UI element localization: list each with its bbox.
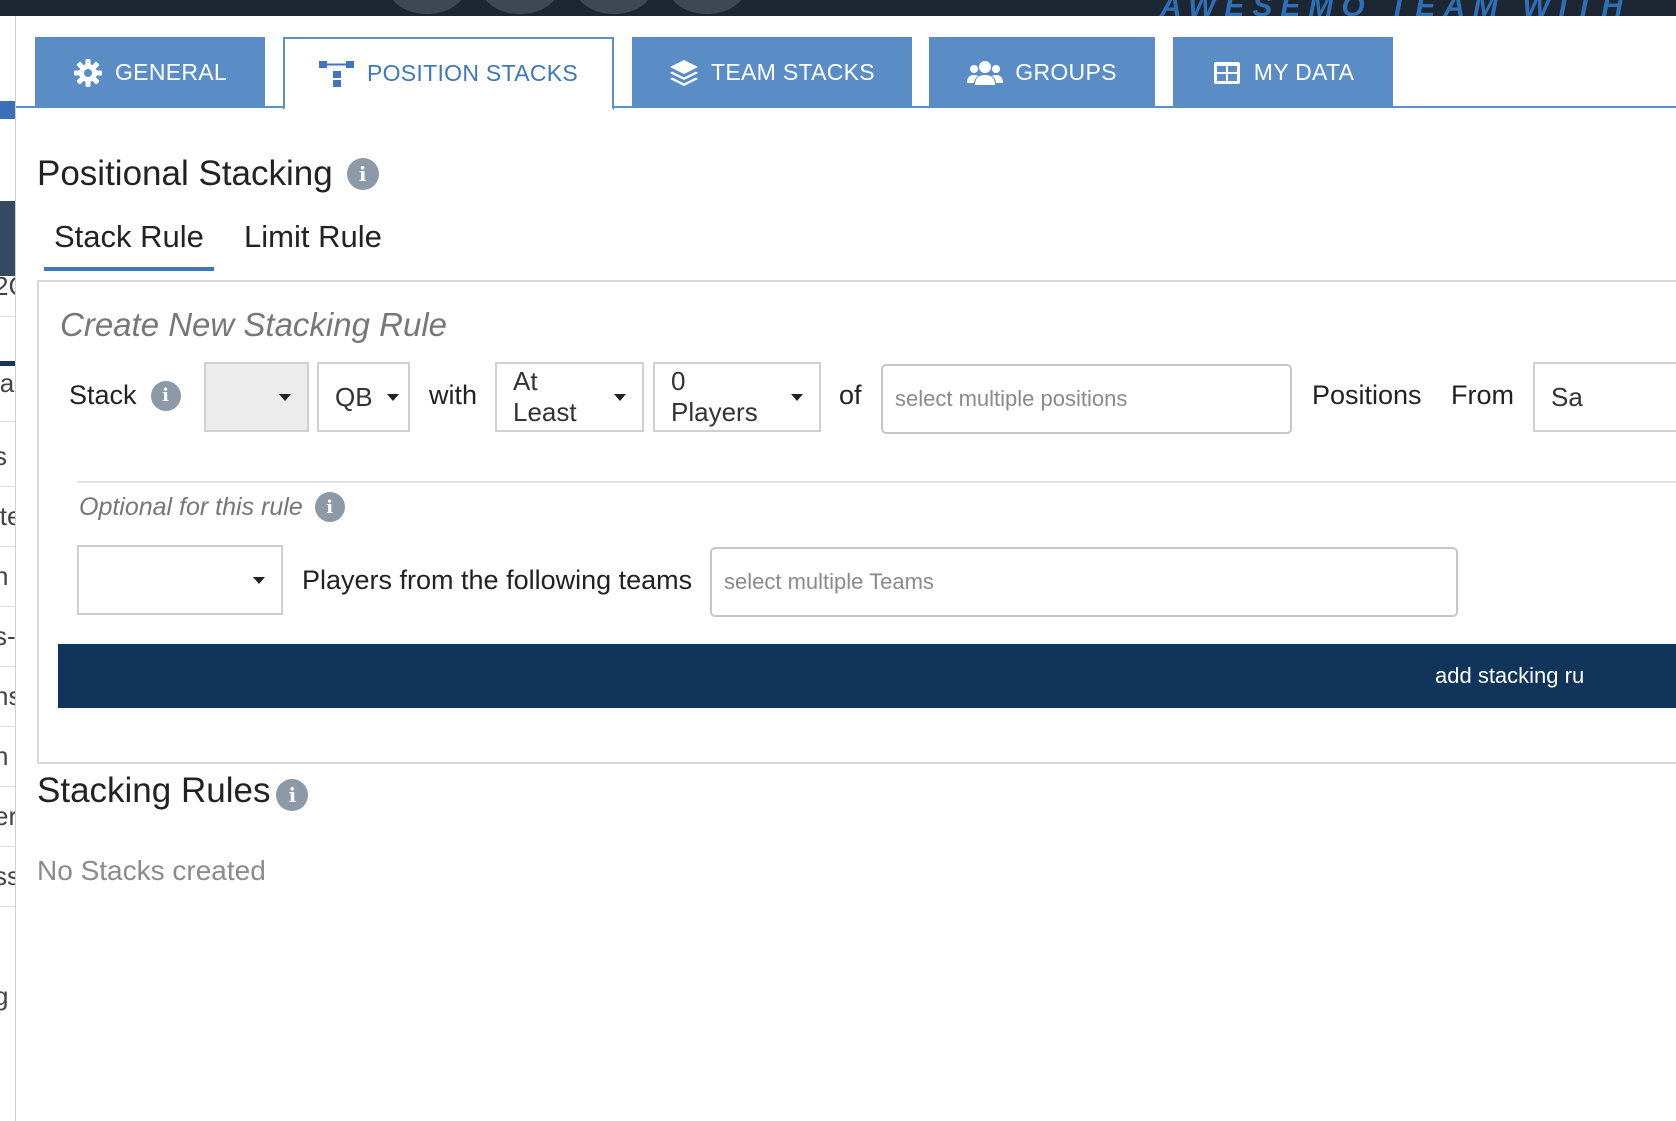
slack-icon bbox=[575, 0, 653, 14]
teams-label: Players from the following teams bbox=[302, 565, 693, 595]
rules-title: Stacking Rules bbox=[37, 771, 271, 810]
tab-bar: GENERAL POSITION STACKS TEAM STACKS GROU… bbox=[16, 16, 1676, 110]
empty-state-text: No Stacks created bbox=[37, 855, 266, 886]
background-text: 2C bbox=[0, 271, 15, 302]
info-icon[interactable]: i bbox=[346, 158, 379, 190]
background-text: la bbox=[0, 368, 15, 398]
chevron-down-icon bbox=[791, 393, 803, 401]
player-count-select[interactable]: 0 Players bbox=[653, 362, 821, 432]
panel-title: Create New Stacking Rule bbox=[60, 306, 448, 343]
stack-label: Stack bbox=[69, 380, 137, 410]
chevron-down-icon bbox=[614, 393, 626, 401]
info-icon[interactable]: i bbox=[314, 492, 345, 522]
create-rule-panel: Create New Stacking Rule Stack i QB with… bbox=[37, 280, 1676, 764]
stack-type-select[interactable] bbox=[204, 362, 309, 432]
youtube-icon bbox=[481, 0, 559, 14]
tab-label: GROUPS bbox=[1015, 59, 1117, 85]
tab-general[interactable]: GENERAL bbox=[35, 37, 265, 108]
social-icon bbox=[668, 0, 746, 14]
position-select[interactable]: QB bbox=[317, 362, 410, 432]
background-text: s- bbox=[0, 621, 16, 651]
background-text: ns bbox=[0, 681, 15, 712]
background-sidebar: 2C la s ite n s- ns h er ss g bbox=[0, 16, 16, 1121]
info-icon[interactable]: i bbox=[150, 380, 181, 411]
settings-modal: GENERAL POSITION STACKS TEAM STACKS GROU… bbox=[16, 16, 1676, 1121]
background-header: AWESEMO TEAM WITH bbox=[0, 0, 1676, 16]
with-label: with bbox=[429, 380, 478, 410]
info-icon[interactable]: i bbox=[276, 779, 309, 811]
tab-label: POSITION STACKS bbox=[366, 60, 579, 86]
chevron-down-icon bbox=[279, 393, 291, 401]
chevron-down-icon bbox=[386, 393, 399, 401]
hierarchy-icon bbox=[318, 60, 354, 87]
rules-header: Stacking Rules i bbox=[37, 771, 309, 811]
twitter-icon bbox=[388, 0, 466, 14]
subtab-stack-rule[interactable]: Stack Rule bbox=[44, 219, 214, 271]
tab-position-stacks[interactable]: POSITION STACKS bbox=[283, 37, 614, 110]
section-title: Positional Stacking bbox=[37, 154, 333, 193]
tab-label: TEAM STACKS bbox=[711, 59, 875, 85]
tab-label: GENERAL bbox=[114, 59, 228, 85]
tab-groups[interactable]: GROUPS bbox=[929, 37, 1155, 108]
tab-my-data[interactable]: MY DATA bbox=[1173, 37, 1393, 108]
positions-multiselect[interactable]: select multiple positions bbox=[881, 364, 1292, 434]
positions-label: Positions bbox=[1312, 380, 1422, 410]
layers-icon bbox=[670, 59, 699, 86]
of-label: of bbox=[839, 380, 862, 410]
background-text: er bbox=[0, 801, 15, 832]
divider bbox=[77, 481, 1676, 483]
background-text: s bbox=[0, 441, 7, 472]
background-text: ss bbox=[0, 861, 15, 892]
add-stacking-rule-button[interactable]: add stacking ru bbox=[58, 644, 1676, 708]
users-icon bbox=[967, 60, 1004, 85]
background-text: n bbox=[0, 561, 8, 592]
from-select[interactable]: Sa bbox=[1533, 362, 1676, 432]
subtab-limit-rule[interactable]: Limit Rule bbox=[234, 219, 392, 255]
optional-label-group: Optional for this rule i bbox=[79, 492, 345, 522]
gear-icon bbox=[73, 58, 102, 87]
tab-label: MY DATA bbox=[1253, 59, 1355, 85]
chevron-down-icon bbox=[253, 576, 265, 584]
comparator-select[interactable]: At Least bbox=[495, 362, 644, 432]
section-header: Positional Stacking i bbox=[37, 154, 379, 194]
teams-multiselect[interactable]: select multiple Teams bbox=[710, 547, 1458, 617]
team-mode-select[interactable] bbox=[77, 545, 283, 615]
background-text: g bbox=[0, 981, 8, 1012]
stack-label-group: Stack i bbox=[69, 380, 181, 411]
background-brand-text: AWESEMO TEAM WITH bbox=[1160, 0, 1631, 16]
table-icon bbox=[1213, 61, 1240, 84]
background-text: ite bbox=[0, 501, 15, 531]
background-text: h bbox=[0, 741, 8, 772]
tab-team-stacks[interactable]: TEAM STACKS bbox=[632, 37, 912, 108]
from-label: From bbox=[1451, 380, 1514, 410]
optional-label: Optional for this rule bbox=[79, 492, 303, 521]
